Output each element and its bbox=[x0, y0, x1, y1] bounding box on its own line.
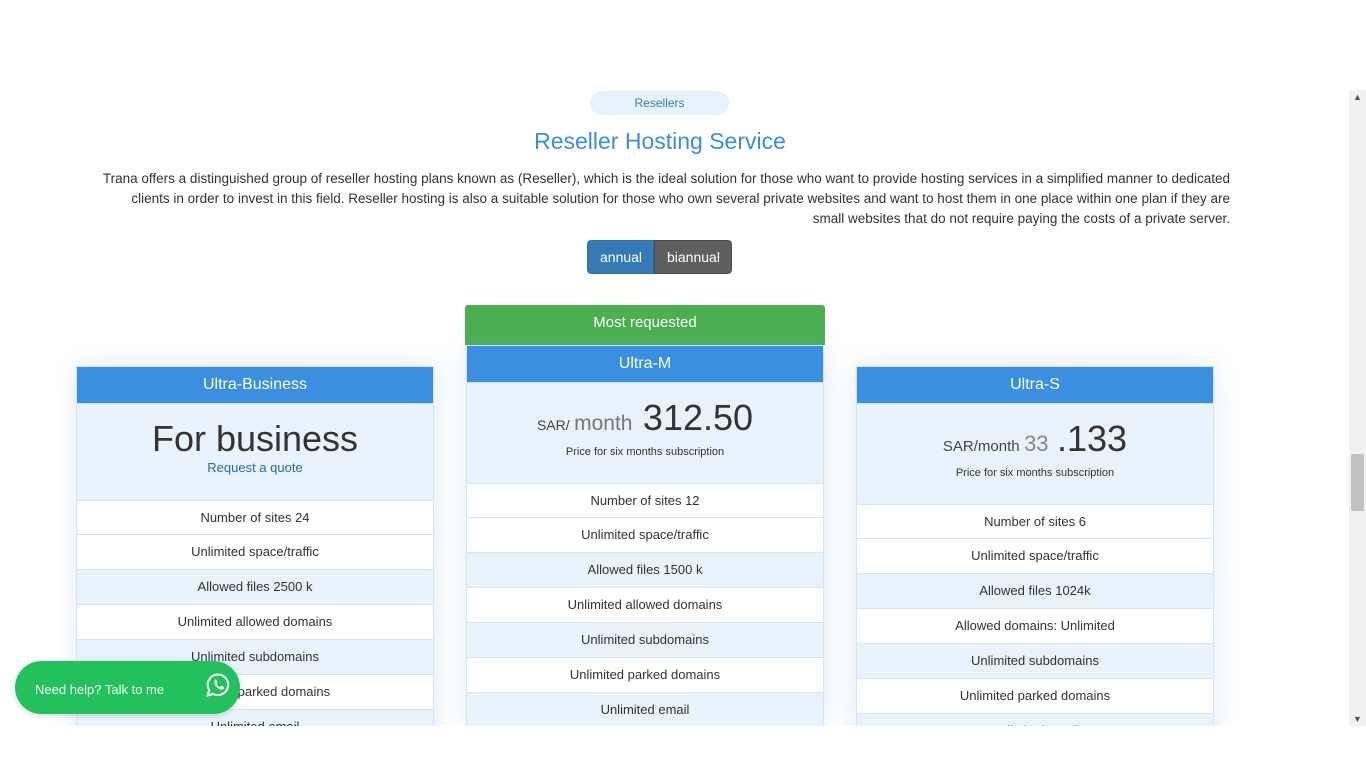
feature-row: Unlimited subdomains bbox=[466, 623, 824, 658]
feature-row: Unlimited email bbox=[466, 693, 824, 726]
feature-row: Number of sites 6 bbox=[856, 504, 1214, 539]
feature-row: Unlimited space/traffic bbox=[76, 535, 434, 570]
biannual-button[interactable]: biannual bbox=[654, 240, 732, 274]
plan-headline: For business bbox=[151, 418, 359, 459]
section-description: Trana offers a distinguished group of re… bbox=[102, 171, 1230, 226]
plan-name: Ultra-M bbox=[466, 345, 824, 383]
page-viewport: Resellers Reseller Hosting Service Trana… bbox=[0, 0, 1349, 726]
feature-row: Unlimited space/traffic bbox=[466, 518, 824, 553]
price-currency: SAR/ bbox=[536, 417, 570, 433]
section-title: Reseller Hosting Service bbox=[534, 128, 786, 154]
feature-row: Allowed files 2500 k bbox=[76, 570, 434, 605]
price-period: month bbox=[574, 412, 633, 435]
feature-row: Unlimited subdomains bbox=[856, 644, 1214, 679]
request-quote-link[interactable]: Request a quote bbox=[77, 460, 433, 475]
most-requested-badge: Most requested bbox=[465, 305, 825, 345]
feature-row: Unlimited parked domains bbox=[466, 658, 824, 693]
price-amount: .133 bbox=[1057, 418, 1128, 459]
scroll-down-arrow-icon[interactable]: ▼ bbox=[1349, 712, 1366, 726]
billing-toggle: annual biannual bbox=[587, 240, 732, 274]
price-amount: 312.50 bbox=[642, 397, 754, 438]
price-note: Price for six months subscription bbox=[565, 446, 725, 458]
feature-row: Unlimited space/traffic bbox=[856, 539, 1214, 574]
scroll-up-arrow-icon[interactable]: ▲ bbox=[1349, 90, 1366, 104]
page-bottom-area bbox=[0, 726, 1366, 768]
plan-card-ultra-m: Ultra-M SAR/ month 312.50 Price for six … bbox=[466, 345, 824, 726]
section-badge: Resellers bbox=[590, 91, 729, 115]
plan-price: SAR/ month 312.50 bbox=[467, 397, 823, 439]
feature-row: Allowed files 1024k bbox=[856, 574, 1214, 609]
annual-button[interactable]: annual bbox=[587, 240, 654, 274]
feature-row: Number of sites 12 bbox=[466, 483, 824, 518]
help-label: Need help? Talk to me bbox=[35, 682, 165, 697]
price-amount-small: 33 bbox=[1024, 431, 1049, 456]
feature-row: Unlimited allowed domains bbox=[466, 588, 824, 623]
price-currency: SAR/month bbox=[942, 438, 1020, 455]
plan-price-box: SAR/ month 312.50 Price for six months s… bbox=[466, 383, 824, 483]
whatsapp-icon bbox=[204, 671, 232, 699]
feature-row: Allowed domains: Unlimited bbox=[856, 609, 1214, 644]
plan-name: Ultra-Business bbox=[76, 366, 434, 404]
feature-row: Unlimited parked domains bbox=[856, 679, 1214, 714]
plan-price-box: SAR/month 33 .133 Price for six months s… bbox=[856, 404, 1214, 504]
scrollbar-thumb[interactable] bbox=[1351, 454, 1364, 511]
plan-card-ultra-s: Ultra-S SAR/month 33 .133 Price for six … bbox=[856, 366, 1214, 726]
vertical-scrollbar[interactable]: ▲ ▼ bbox=[1349, 90, 1366, 726]
feature-row: Number of sites 24 bbox=[76, 500, 434, 535]
plan-price-box: For business Request a quote bbox=[76, 404, 434, 500]
feature-row: Unlimited email bbox=[856, 714, 1214, 726]
feature-row: Unlimited allowed domains bbox=[76, 605, 434, 640]
feature-row: Allowed files 1500 k bbox=[466, 553, 824, 588]
plan-name: Ultra-S bbox=[856, 366, 1214, 404]
plan-price: SAR/month 33 .133 bbox=[857, 418, 1213, 460]
price-note: Price for six months subscription bbox=[955, 467, 1115, 479]
whatsapp-help-button[interactable]: Need help? Talk to me bbox=[15, 661, 240, 714]
